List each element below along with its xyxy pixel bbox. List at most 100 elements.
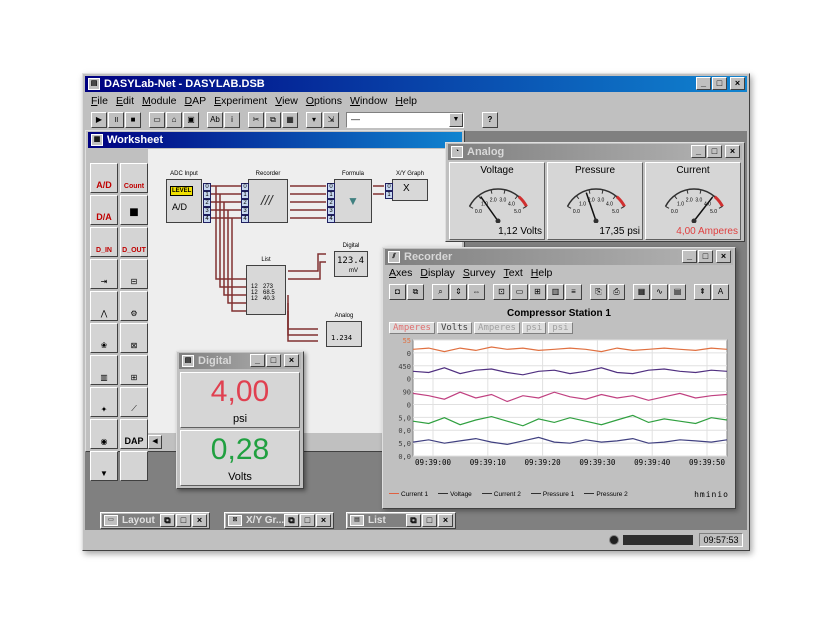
maximize-button[interactable]: □ (300, 514, 315, 527)
recorder-port-1[interactable]: 1 (241, 191, 249, 199)
new-icon[interactable]: ▭ (149, 112, 165, 128)
font-icon[interactable]: A (712, 284, 729, 300)
series-tab-2[interactable]: Amperes (474, 322, 520, 334)
recorder-menu-display[interactable]: Display (420, 267, 454, 279)
export-icon[interactable]: ⇲ (323, 112, 339, 128)
close-button[interactable]: × (316, 514, 331, 527)
cut-icon[interactable]: ✂ (248, 112, 264, 128)
window-icon[interactable]: ▭ (511, 284, 528, 300)
bars-icon[interactable]: ▥ (547, 284, 564, 300)
recorder-menu-text[interactable]: Text (504, 267, 523, 279)
minimized-xy[interactable]: X/Y Gr... ⊠ ⧉ □ × (224, 512, 334, 529)
adc-port-1[interactable]: 1 (203, 191, 211, 199)
xygraph-in-1[interactable]: 1 (385, 191, 393, 199)
recorder-block[interactable]: Recorder /// 0 1 2 3 4 (241, 171, 288, 223)
export-chart-icon[interactable]: ⎘ (590, 284, 607, 300)
formula-in-4[interactable]: 4 (327, 215, 335, 223)
xygraph-in-0[interactable]: 0 (385, 183, 393, 191)
paste-icon[interactable]: ▦ (282, 112, 298, 128)
menu-edit[interactable]: Edit (116, 95, 134, 107)
series-tab-4[interactable]: psi (548, 322, 573, 334)
restore-button[interactable]: ⧉ (160, 514, 175, 527)
menu-dap[interactable]: DAP (185, 95, 207, 107)
close-button[interactable]: × (730, 77, 745, 90)
blank-icon[interactable] (120, 451, 148, 481)
play-icon[interactable]: ▶ (91, 112, 107, 128)
recorder-port-0[interactable]: 0 (241, 183, 249, 191)
dropdown-icon[interactable]: ▾ (306, 112, 322, 128)
digital-in-icon[interactable]: D_IN (90, 227, 118, 257)
info-icon[interactable]: i (224, 112, 240, 128)
network-icon[interactable]: ✦ (90, 387, 118, 417)
adc-port-2[interactable]: 2 (203, 199, 211, 207)
restore-button[interactable]: ⧉ (406, 514, 421, 527)
formula-in-3[interactable]: 3 (327, 207, 335, 215)
series-tab-0[interactable]: Amperes (389, 322, 435, 334)
recorder-close-button[interactable]: × (716, 250, 731, 263)
minimized-layout[interactable]: Layout ▭ ⧉ □ × (100, 512, 210, 529)
recorder-maximize-button[interactable]: □ (698, 250, 713, 263)
recorder-plot[interactable]: 55 0 450 0 90 0 5,0 0,0 5,0 0,0 09:39:00 09:39:10 09… (389, 336, 731, 476)
camera-icon[interactable]: ◘ (389, 284, 406, 300)
digital-titlebar[interactable]: ▤ Digital _ □ × (179, 353, 301, 369)
digital-maximize-button[interactable]: □ (266, 354, 281, 367)
close-button[interactable]: × (438, 514, 453, 527)
formula-in-1[interactable]: 1 (327, 191, 335, 199)
app-icon[interactable]: ▤ (88, 78, 100, 90)
save-icon[interactable]: ▣ (183, 112, 199, 128)
digital-block[interactable]: Digital 123.4 mV (334, 243, 368, 277)
copy-icon[interactable]: ⧉ (265, 112, 281, 128)
recorder-port-3[interactable]: 3 (241, 207, 249, 215)
help-icon[interactable]: ? (482, 112, 498, 128)
adc-port-3[interactable]: 3 (203, 207, 211, 215)
list-block[interactable]: List 12 273 12 68.5 12 40.3 (246, 257, 286, 315)
menu-experiment[interactable]: Experiment (214, 95, 267, 107)
cursor-icon[interactable]: ⇕ (450, 284, 467, 300)
menu-file[interactable]: File (91, 95, 108, 107)
adc-block[interactable]: ADC Input LEVEL A/D 0 1 2 3 4 (166, 171, 211, 223)
analog-maximize-button[interactable]: □ (707, 145, 722, 158)
chart-icon[interactable]: ⊞ (120, 355, 148, 385)
marker-icon[interactable]: ⇞ (694, 284, 711, 300)
adc-port-4[interactable]: 4 (203, 215, 211, 223)
layout-grid-icon[interactable]: ▦ (633, 284, 650, 300)
analog-block[interactable]: Analog 1.234 (326, 313, 362, 347)
chevron-down-icon[interactable]: ▼ (449, 113, 463, 127)
display-icon[interactable]: ▥ (90, 355, 118, 385)
filter-icon[interactable]: ❀ (90, 323, 118, 353)
scroll-left-icon[interactable]: ◀ (148, 435, 162, 449)
formula-block[interactable]: Formula ▼ 0 1 2 3 4 (327, 171, 372, 223)
trigger-icon[interactable]: ⇥ (90, 259, 118, 289)
table-icon[interactable]: ▤ (669, 284, 686, 300)
series-tab-1[interactable]: Volts (436, 322, 473, 334)
module-combo[interactable]: — ▼ (346, 112, 464, 128)
menu-options[interactable]: Options (306, 95, 342, 107)
funnel-icon[interactable]: ▼ (90, 451, 118, 481)
signal-icon[interactable]: ⋀ (90, 291, 118, 321)
formula-in-2[interactable]: 2 (327, 199, 335, 207)
menu-window[interactable]: Window (350, 95, 387, 107)
zoom-icon[interactable]: ⌕ (432, 284, 449, 300)
analog-titlebar[interactable]: ◔ Analog _ □ × (448, 144, 742, 160)
close-button[interactable]: × (192, 514, 207, 527)
recorder-menu-survey[interactable]: Survey (463, 267, 496, 279)
recorder-port-2[interactable]: 2 (241, 199, 249, 207)
main-titlebar[interactable]: ▤ DASYLab-Net - DASYLAB.DSB _ □ × (85, 76, 747, 92)
worksheet-titlebar[interactable]: ▦ Worksheet (88, 132, 462, 148)
text-icon[interactable]: Ab (207, 112, 223, 128)
analog-close-button[interactable]: × (725, 145, 740, 158)
open-icon[interactable]: ⌂ (166, 112, 182, 128)
da-icon[interactable]: D/A (90, 195, 118, 225)
adc-port-0[interactable]: 0 (203, 183, 211, 191)
formula-in-0[interactable]: 0 (327, 183, 335, 191)
restore-button[interactable]: ⧉ (284, 514, 299, 527)
recorder-menu-help[interactable]: Help (531, 267, 553, 279)
axis-icon[interactable]: ⊡ (493, 284, 510, 300)
menu-module[interactable]: Module (142, 95, 176, 107)
relay-icon[interactable]: ⊠ (120, 323, 148, 353)
digital-out-icon[interactable]: D_OUT (120, 227, 148, 257)
gear-icon[interactable]: ⚙ (120, 291, 148, 321)
scale-icon[interactable]: ⇔ (468, 284, 485, 300)
digital-close-button[interactable]: × (284, 354, 299, 367)
analog-minimize-button[interactable]: _ (691, 145, 706, 158)
